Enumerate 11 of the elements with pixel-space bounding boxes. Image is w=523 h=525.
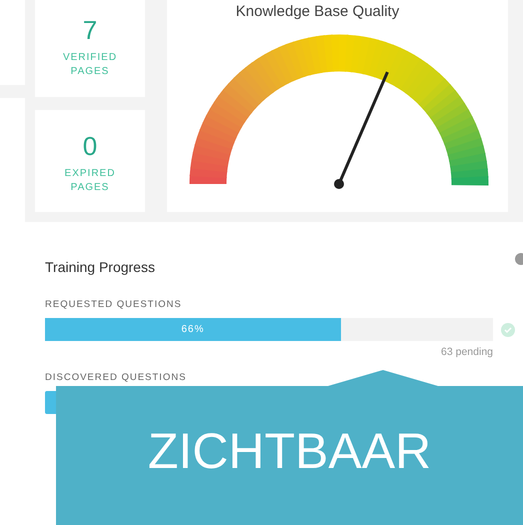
section-title: Training Progress [45,258,156,277]
stat-label: EXPIRED PAGES [64,166,116,195]
stat-value: 0 [82,132,98,159]
stat-label: VERIFIED PAGES [62,51,118,80]
progress-label: REQUESTED QUESTIONS [45,298,183,312]
gauge-title: Knowledge Base Quality [236,2,400,22]
progress-fill: 66% [45,318,341,342]
pending-count: 63 pending [440,345,493,360]
progress-fill [45,391,56,414]
progress-label: DISCOVERED QUESTIONS [45,371,188,385]
stat-value: 7 [82,17,98,44]
